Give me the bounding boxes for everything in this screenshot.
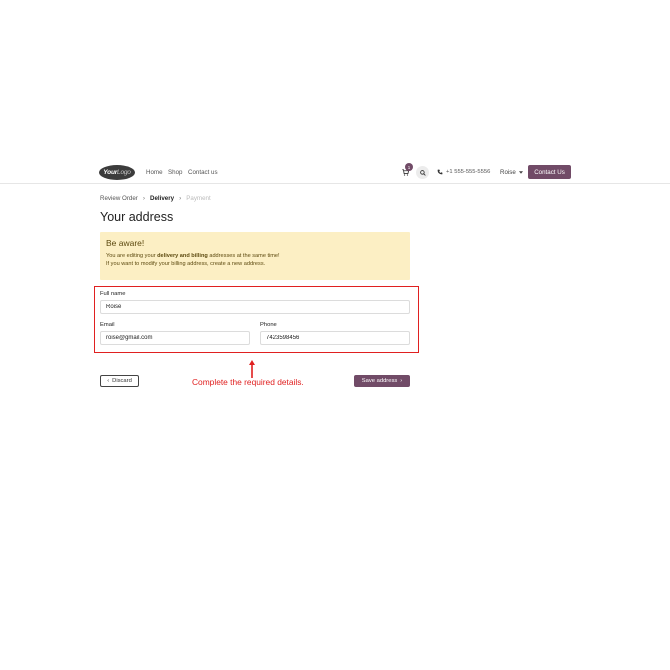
email-label: Email [100, 322, 115, 328]
alert-message-line2: If you want to modify your billing addre… [106, 261, 266, 267]
breadcrumb-payment: Payment [186, 195, 211, 202]
save-label: Save address [361, 378, 398, 384]
phone-label: Phone [260, 322, 277, 328]
alert-message-line1: You are editing your delivery and billin… [106, 253, 280, 259]
alert-title: Be aware! [106, 238, 145, 248]
chevron-right-icon: › [142, 195, 145, 202]
full-name-label: Full name [100, 291, 126, 297]
warning-alert: Be aware! You are editing your delivery … [100, 232, 410, 280]
search-icon [419, 169, 426, 176]
contact-us-button[interactable]: Contact Us [528, 165, 571, 179]
chevron-right-icon: › [400, 378, 403, 384]
breadcrumb-delivery: Delivery [150, 195, 175, 202]
phone-input[interactable] [260, 331, 410, 345]
page-title: Your address [100, 210, 174, 224]
search-button[interactable] [416, 166, 429, 179]
nav-link-contact-us[interactable]: Contact us [188, 169, 218, 176]
user-name: Roise [500, 169, 516, 176]
checkout-breadcrumb: Review Order › Delivery › Payment [100, 195, 211, 202]
brand-logo[interactable]: YourLogo [99, 165, 135, 180]
annotation-arrow-icon [249, 360, 255, 378]
save-address-button[interactable]: Save address › [354, 375, 410, 387]
logo-text: YourLogo [103, 169, 131, 176]
discard-label: Discard [112, 378, 132, 384]
chevron-right-icon: › [179, 195, 182, 202]
annotation-text: Complete the required details. [192, 377, 304, 387]
full-name-input[interactable] [100, 300, 410, 314]
top-navbar: YourLogo Home Shop Contact us 1 +1 555-5… [0, 160, 670, 184]
nav-link-home[interactable]: Home [146, 169, 163, 176]
discard-button[interactable]: ‹ Discard [100, 375, 139, 387]
phone-contact[interactable]: +1 555-555-5556 [437, 169, 490, 175]
email-input[interactable] [100, 331, 250, 345]
caret-down-icon [518, 171, 523, 174]
phone-number: +1 555-555-5556 [446, 169, 491, 175]
cart-count-badge: 1 [405, 163, 413, 171]
nav-link-shop[interactable]: Shop [168, 169, 182, 176]
breadcrumb-review-order[interactable]: Review Order [100, 195, 138, 202]
chevron-left-icon: ‹ [107, 378, 110, 384]
phone-icon [437, 169, 443, 175]
user-menu-dropdown[interactable]: Roise [500, 169, 523, 176]
